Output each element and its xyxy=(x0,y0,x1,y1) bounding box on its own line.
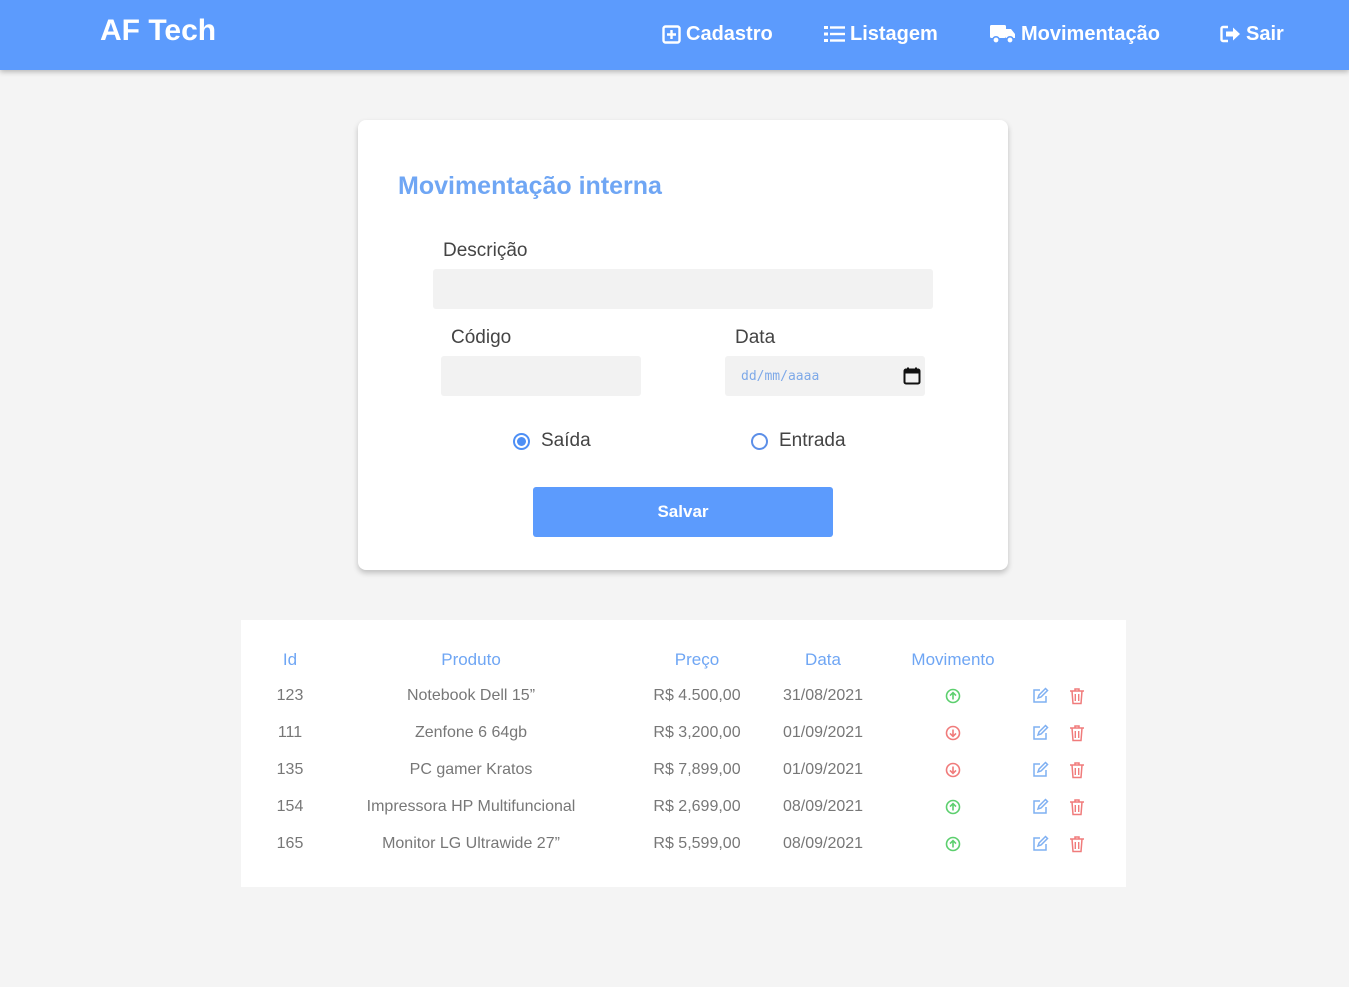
delete-icon[interactable] xyxy=(1069,687,1085,710)
movement-down-icon xyxy=(945,762,961,783)
cell-preco: R$ 5,599,00 xyxy=(653,835,741,852)
cell-produto: Monitor LG Ultrawide 27” xyxy=(382,835,560,852)
radio-saida[interactable]: Saída xyxy=(513,430,591,452)
radio-saida-control[interactable] xyxy=(513,432,530,450)
delete-icon[interactable] xyxy=(1069,724,1085,747)
calendar-icon[interactable] xyxy=(903,367,921,385)
edit-icon[interactable] xyxy=(1031,724,1049,747)
radio-saida-label: Saída xyxy=(541,430,591,451)
truck-icon xyxy=(990,25,1015,44)
cell-preco: R$ 3,200,00 xyxy=(653,724,741,741)
radio-entrada[interactable]: Entrada xyxy=(751,430,846,452)
nav-movimentacao[interactable]: Movimentação xyxy=(990,21,1160,47)
header-produto: Produto xyxy=(441,650,501,669)
nav-cadastro[interactable]: Cadastro xyxy=(662,21,773,47)
movimentacao-form-card: Movimentação interna Descrição Código Da… xyxy=(358,120,1008,570)
cell-produto: Impressora HP Multifuncional xyxy=(366,798,576,815)
cell-preco: R$ 2,699,00 xyxy=(653,798,741,815)
edit-icon[interactable] xyxy=(1031,835,1049,858)
delete-icon[interactable] xyxy=(1069,835,1085,858)
movement-up-icon xyxy=(945,688,961,709)
delete-icon[interactable] xyxy=(1069,761,1085,784)
edit-icon[interactable] xyxy=(1031,687,1049,710)
radio-selected-dot xyxy=(517,436,526,446)
radio-entrada-control[interactable] xyxy=(751,432,768,450)
cell-data: 01/09/2021 xyxy=(782,761,864,778)
movement-down-icon xyxy=(945,725,961,746)
header-movimento: Movimento xyxy=(911,650,995,669)
brand-logo[interactable]: AF Tech xyxy=(100,14,216,48)
codigo-label: Código xyxy=(451,327,512,348)
movement-up-icon xyxy=(945,799,961,820)
table-row: 154 Impressora HP Multifuncional R$ 2,699,… xyxy=(241,790,1126,827)
cell-preco: R$ 4.500,00 xyxy=(653,687,741,704)
cell-produto: Zenfone 6 64gb xyxy=(414,724,528,741)
data-input[interactable]: dd/mm/aaaa xyxy=(725,356,925,396)
header-id: Id xyxy=(282,650,298,669)
descricao-label: Descrição xyxy=(443,240,528,261)
nav-cadastro-label: Cadastro xyxy=(686,22,773,45)
movimentos-table: Id Produto Preço Data Movimento 123 Noteb… xyxy=(241,620,1126,887)
nav-sair[interactable]: Sair xyxy=(1220,21,1284,47)
save-button[interactable]: Salvar xyxy=(533,487,833,537)
cell-produto: Notebook Dell 15” xyxy=(406,687,536,704)
navbar: AF Tech Cadastro Listagem Movimentação S… xyxy=(0,0,1349,70)
radio-entrada-label: Entrada xyxy=(779,430,846,451)
cell-produto: PC gamer Kratos xyxy=(409,761,533,778)
nav-movimentacao-label: Movimentação xyxy=(1021,22,1160,45)
cell-data: 01/09/2021 xyxy=(782,724,864,741)
header-preco: Preço xyxy=(674,650,720,669)
table-row: 111 Zenfone 6 64gb R$ 3,200,00 01/09/2021 xyxy=(241,716,1126,753)
data-placeholder: dd/mm/aaaa xyxy=(741,368,820,384)
cell-id: 123 xyxy=(276,687,304,704)
nav-listagem-label: Listagem xyxy=(850,22,938,45)
plus-square-icon xyxy=(662,24,681,44)
delete-icon[interactable] xyxy=(1069,798,1085,821)
cell-id: 135 xyxy=(276,761,304,778)
edit-icon[interactable] xyxy=(1031,761,1049,784)
header-data: Data xyxy=(805,650,841,669)
table-row: 123 Notebook Dell 15” R$ 4.500,00 31/08/202… xyxy=(241,679,1126,716)
descricao-input[interactable] xyxy=(433,269,933,309)
cell-preco: R$ 7,899,00 xyxy=(653,761,741,778)
movement-up-icon xyxy=(945,836,961,857)
codigo-input[interactable] xyxy=(441,356,641,396)
list-icon xyxy=(824,26,845,42)
cell-id: 154 xyxy=(276,798,304,815)
sign-out-icon xyxy=(1220,25,1240,43)
nav-listagem[interactable]: Listagem xyxy=(824,21,938,47)
cell-id: 111 xyxy=(277,724,303,741)
edit-icon[interactable] xyxy=(1031,798,1049,821)
table-row: 165 Monitor LG Ultrawide 27” R$ 5,599,00 08… xyxy=(241,827,1126,864)
cell-data: 08/09/2021 xyxy=(782,835,864,852)
table-row: 135 PC gamer Kratos R$ 7,899,00 01/09/2021 xyxy=(241,753,1126,790)
cell-data: 31/08/2021 xyxy=(782,687,864,704)
data-label: Data xyxy=(735,327,776,348)
cell-data: 08/09/2021 xyxy=(782,798,864,815)
cell-id: 165 xyxy=(276,835,304,852)
nav-sair-label: Sair xyxy=(1246,22,1284,45)
form-title: Movimentação interna xyxy=(398,172,662,200)
